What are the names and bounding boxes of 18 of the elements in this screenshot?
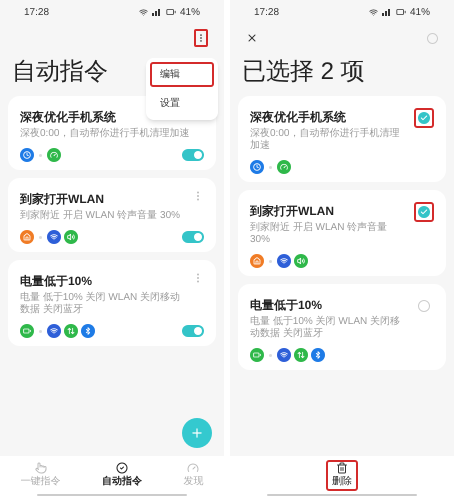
rule-title: 到家打开WLAN [20, 191, 105, 208]
page-title: 已选择 2 项 [242, 57, 365, 87]
rule-title: 深夜优化手机系统 [20, 109, 117, 126]
rule-title: 电量低于10% [20, 273, 94, 290]
rule-title: 深夜优化手机系统 [250, 109, 347, 126]
rule-description: 电量 低于10% 关闭 WLAN 关闭移动数据 关闭蓝牙 [20, 292, 182, 316]
status-time: 17:28 [254, 6, 280, 20]
rule-title: 到家打开WLAN [250, 203, 335, 220]
rule-description: 到家附近 开启 WLAN 铃声音量 30% [250, 222, 388, 246]
page-title: 自动指令 [12, 57, 108, 87]
rule-description: 深夜0:00，自动帮你进行手机清理加速 [20, 128, 190, 140]
rule-description: 到家附近 开启 WLAN 铃声音量 30% [20, 210, 180, 222]
battery-level: 41% [410, 6, 430, 20]
rule-description: 电量 低于10% 关闭 WLAN 关闭移动数据 关闭蓝牙 [250, 316, 402, 340]
rule-description: 深夜0:00，自动帮你进行手机清理加速 [250, 128, 400, 152]
battery-level: 41% [180, 6, 200, 20]
status-time: 17:28 [24, 6, 50, 20]
rule-title: 电量低于10% [250, 297, 324, 314]
